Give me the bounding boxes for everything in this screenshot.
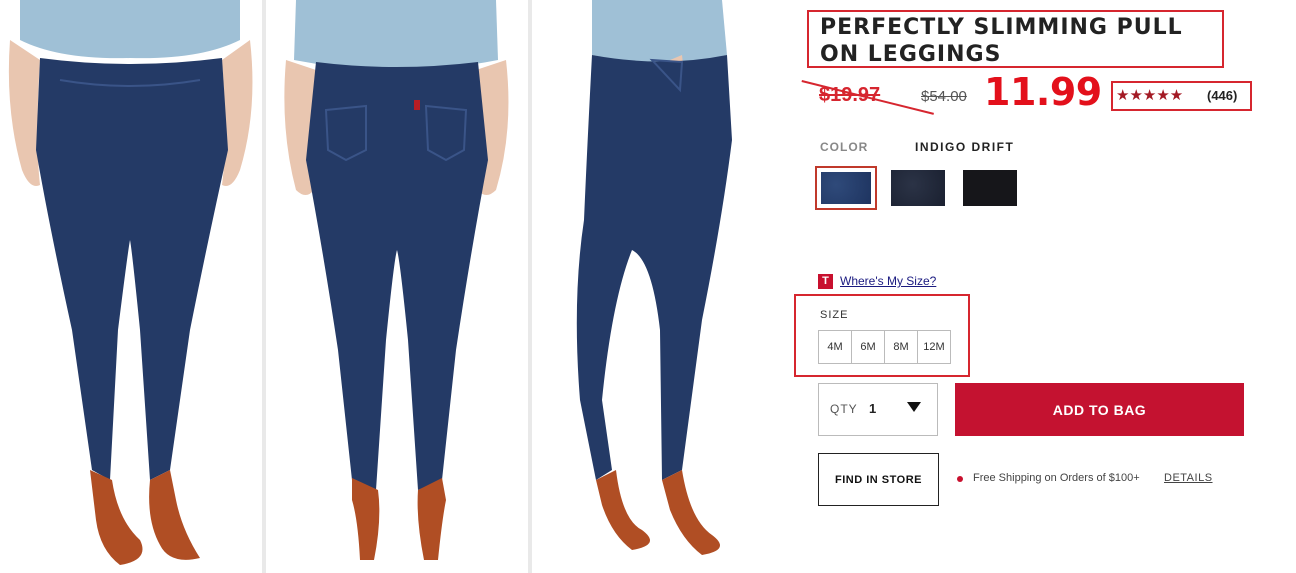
caret-down-icon [907, 402, 921, 412]
wheres-my-size-link[interactable]: Where's My Size? [840, 274, 936, 288]
bullet-icon [957, 476, 963, 482]
color-label: COLOR [820, 140, 869, 154]
qty-value: 1 [869, 401, 877, 416]
price-current: 11.99 [984, 70, 1102, 114]
add-to-bag-button[interactable]: ADD TO BAG [955, 383, 1244, 436]
size-options: 4M 6M 8M 12M [818, 330, 951, 364]
size-option-6m[interactable]: 6M [851, 330, 885, 364]
product-photo-side[interactable] [532, 0, 782, 573]
quantity-select[interactable]: QTY 1 [818, 383, 938, 436]
free-shipping-text: Free Shipping on Orders of $100+ [973, 472, 1140, 484]
size-option-12m[interactable]: 12M [917, 330, 951, 364]
size-tool-icon: T [818, 274, 833, 289]
color-swatch-black[interactable] [959, 166, 1021, 210]
product-title: PERFECTLY SLIMMING PULL ON LEGGINGS [820, 15, 1183, 67]
color-swatch-dark-indigo[interactable] [887, 166, 949, 210]
find-in-store-button[interactable]: FIND IN STORE [818, 453, 939, 506]
product-photo-back[interactable] [266, 0, 528, 573]
price-list-struck: $54.00 [921, 88, 967, 105]
size-option-4m[interactable]: 4M [818, 330, 852, 364]
review-count-link[interactable]: (446) [1207, 88, 1237, 103]
size-option-8m[interactable]: 8M [884, 330, 918, 364]
product-photo-front[interactable] [0, 0, 262, 573]
star-rating-icon[interactable]: ★★★★★ [1116, 86, 1183, 104]
qty-label: QTY [830, 402, 858, 416]
color-swatch-indigo-drift[interactable] [815, 166, 877, 210]
selected-color-name: INDIGO DRIFT [915, 140, 1015, 154]
shipping-details-link[interactable]: DETAILS [1164, 472, 1213, 484]
size-label: SIZE [820, 309, 849, 321]
